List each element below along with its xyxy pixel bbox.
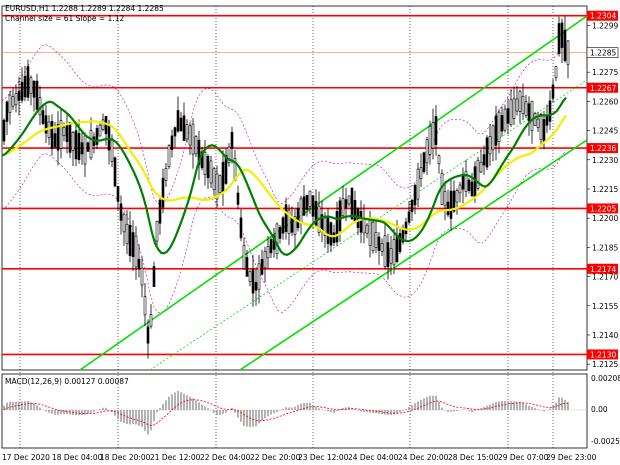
- price-tick: 1.2230: [587, 156, 618, 165]
- price-axis: 1.2299 1.2275 1.2260 1.2245 1.2230 1.2215 1.22…: [587, 21, 618, 369]
- price-tick: 1.2215: [587, 185, 618, 194]
- price-chart[interactable]: 1.23041.22671.22361.22051.21741.21301.22…: [0, 0, 620, 465]
- price-tick: 1.2140: [587, 331, 618, 340]
- candle: [485, 135, 489, 171]
- svg-text:1.2304: 1.2304: [590, 12, 616, 21]
- macd-tick: 0.00: [591, 405, 608, 414]
- candle: [167, 144, 171, 170]
- level-price-tag: 1.2236: [587, 143, 618, 154]
- price-tick: 1.2200: [587, 214, 618, 223]
- time-tick: 23 Dec 12:00: [298, 453, 349, 462]
- time-axis: 17 Dec 2020 18 Dec 04:0018 Dec 20:00 21 De…: [2, 453, 597, 462]
- candle: [476, 156, 480, 191]
- svg-text:1.2185: 1.2185: [592, 243, 618, 252]
- price-tick: 1.2170: [587, 273, 618, 282]
- svg-text:1.2125: 1.2125: [592, 360, 618, 369]
- time-tick: 29 Dec 23:00: [546, 453, 597, 462]
- time-tick: 22 Dec 20:00: [250, 453, 301, 462]
- svg-text:1.2155: 1.2155: [592, 302, 618, 311]
- svg-text:1.2205: 1.2205: [590, 204, 616, 213]
- svg-text:1.2236: 1.2236: [590, 144, 616, 153]
- time-tick: 18 Dec 04:00: [52, 453, 103, 462]
- svg-text:1.2275: 1.2275: [592, 68, 618, 77]
- candle: [113, 156, 117, 188]
- candle: [422, 151, 426, 174]
- candle: [2, 118, 6, 145]
- svg-text:1.2267: 1.2267: [590, 84, 616, 93]
- macd-label: MACD(12,26,9) 0.00127 0.00087: [5, 377, 129, 386]
- candle: [539, 112, 543, 145]
- svg-text:1.2200: 1.2200: [592, 214, 618, 223]
- price-tick: 1.2155: [587, 302, 618, 311]
- svg-text:1.2299: 1.2299: [592, 21, 618, 30]
- time-tick: 29 Dec 07:00: [498, 453, 549, 462]
- channel-info: Channel size = 61 Slope = 1.12: [5, 14, 124, 23]
- time-tick: 21 Dec 12:00: [150, 453, 201, 462]
- svg-text:1.2140: 1.2140: [592, 331, 618, 340]
- time-tick: 28 Dec 15:00: [448, 453, 499, 462]
- price-tick: 1.2260: [587, 97, 618, 106]
- svg-text:1.2260: 1.2260: [592, 97, 618, 106]
- svg-text:1.2130: 1.2130: [590, 350, 616, 359]
- svg-text:1.2215: 1.2215: [592, 185, 618, 194]
- price-tick: 1.2275: [587, 68, 618, 77]
- time-tick: 18 Dec 20:00: [100, 453, 151, 462]
- svg-text:1.2285: 1.2285: [590, 49, 616, 58]
- candle: [86, 141, 90, 152]
- time-tick: 22 Dec 04:00: [200, 453, 251, 462]
- candle: [350, 187, 354, 220]
- time-tick: 24 Dec 20:00: [398, 453, 449, 462]
- candle: [218, 174, 222, 195]
- level-price-tag: 1.2304: [587, 10, 618, 21]
- price-tick: 1.2185: [587, 243, 618, 252]
- svg-text:1.2245: 1.2245: [592, 127, 618, 136]
- level-price-tag: 1.2205: [587, 203, 618, 214]
- candle: [68, 122, 72, 159]
- price-tick: 1.2125: [587, 360, 618, 369]
- price-tick: 1.2299: [587, 21, 618, 30]
- time-tick: 17 Dec 2020: [2, 453, 50, 462]
- price-tick: 1.2245: [587, 127, 618, 136]
- current-price-tag: 1.2285: [586, 47, 619, 59]
- time-tick: 24 Dec 04:00: [348, 453, 399, 462]
- macd-tick: -0.00251: [591, 437, 620, 446]
- level-price-tag: 1.2130: [587, 349, 618, 360]
- macd-tick: 0.00208: [591, 374, 620, 383]
- candle: [371, 218, 375, 254]
- symbol-info: EURUSD,H1 1.2288 1.2289 1.2284 1.2285: [5, 4, 164, 13]
- level-price-tag: 1.2267: [587, 82, 618, 93]
- svg-text:1.2170: 1.2170: [592, 273, 618, 282]
- svg-text:1.2230: 1.2230: [592, 156, 618, 165]
- candle: [194, 135, 198, 158]
- trading-chart-window: 1.2304 1.2267 1.2236 1.2205 1.2174 1.2130 1.22…: [0, 0, 620, 465]
